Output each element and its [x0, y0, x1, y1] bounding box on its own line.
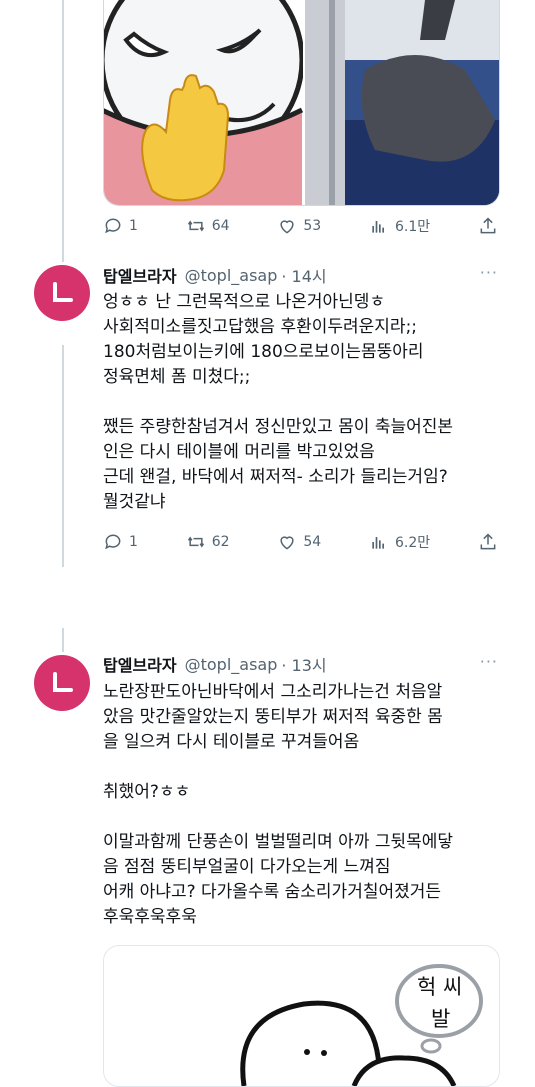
tweet-line: 정육면체 폼 미쳤다;; [103, 367, 251, 387]
display-name[interactable]: 탑엘브라자 [103, 652, 177, 676]
tweet-line: 노란장판도아닌바닥에서 그소리가나는건 처음알 [103, 682, 443, 702]
electrode-hand-image[interactable] [104, 0, 305, 205]
speech-bubble-line1: 헉 씨 [417, 975, 462, 999]
tweet3-header: 탑엘브라자 @topl_asap · 13시 ··· [103, 652, 498, 676]
tweet-line: 인은 다시 테이블에 머리를 박고있었음 [103, 442, 375, 462]
retweet-button[interactable]: 64 [186, 216, 230, 236]
tweet-line-blank [103, 755, 508, 780]
retweet-icon [187, 536, 204, 548]
tweet-line: 이말과함께 단풍손이 벌벌떨리며 아까 그뒷목에닿 [103, 832, 454, 852]
electrode-illustration [104, 0, 305, 205]
share-button[interactable] [478, 532, 498, 552]
views-button[interactable]: 6.1만 [369, 216, 430, 236]
handle[interactable]: @topl_asap [185, 266, 278, 285]
tweet2-header: 탑엘브라자 @topl_asap · 14시 ··· [103, 263, 498, 287]
tweet2-text: 엉ㅎㅎ 난 그런목적으로 나온거아닌뎅ㅎ 사회적미소를짓고답했음 후환이두려운지… [103, 290, 508, 515]
more-options-icon[interactable]: ··· [480, 263, 498, 282]
views-button[interactable]: 6.2만 [369, 532, 430, 552]
avatar[interactable] [34, 265, 90, 321]
tweet-line: 음 점점 뚱티부얼굴이 다가오는게 느껴짐 [103, 857, 391, 877]
timestamp[interactable]: · 13시 [281, 652, 326, 676]
avatar-letter-icon [53, 672, 73, 692]
tweet1-actions: 1 64 53 6.1만 [103, 212, 498, 240]
share-icon [480, 217, 496, 234]
tweet3-media[interactable]: 헉 씨 발 [103, 945, 500, 1087]
tweet-line: 뭘것같냐 [103, 492, 166, 512]
share-icon [480, 533, 496, 550]
handle[interactable]: @topl_asap [185, 655, 278, 674]
tweet-line-blank [103, 805, 508, 830]
tweet2-actions: 1 62 54 6.2만 [103, 528, 498, 556]
tweet-line: 취했어?ㅎㅎ [103, 782, 191, 802]
thread-line-mid [62, 345, 64, 567]
retweet-count: 64 [211, 218, 230, 234]
views-count: 6.1만 [395, 219, 431, 235]
tweet-line: 사회적미소를짓고답했음 후환이두려운지라;; [103, 317, 418, 337]
like-button[interactable]: 53 [277, 216, 321, 236]
tweet-line: 근데 왠걸, 바닥에서 쩌저적- 소리가 들리는거임? [103, 467, 448, 487]
views-count: 6.2만 [395, 535, 431, 551]
reply-icon [105, 218, 121, 234]
views-icon [372, 537, 385, 549]
reply-button[interactable]: 1 [103, 216, 138, 236]
retweet-button[interactable]: 62 [186, 532, 230, 552]
timestamp[interactable]: · 14시 [281, 263, 326, 287]
subway-scene [305, 0, 499, 205]
avatar[interactable] [34, 655, 90, 711]
tweet-line: 180처럼보이는키에 180으로보이는몸뚱아리 [103, 342, 424, 362]
tweet-line: 을 일으켜 다시 테이블로 꾸겨들어옴 [103, 732, 360, 752]
thread-line-top [62, 0, 64, 262]
share-button[interactable] [478, 216, 498, 236]
reply-icon [105, 534, 121, 550]
thread-line-bottom [62, 628, 64, 652]
avatar-letter-icon [53, 282, 73, 302]
subway-photo[interactable] [305, 0, 499, 205]
reply-count: 1 [129, 534, 138, 550]
heart-icon [280, 536, 294, 550]
display-name[interactable]: 탑엘브라자 [103, 263, 177, 287]
heart-icon [280, 220, 294, 234]
tweet-line: 엉ㅎㅎ 난 그런목적으로 나온거아닌뎅ㅎ [103, 292, 386, 312]
reply-button[interactable]: 1 [103, 532, 138, 552]
tweet-line: 았음 맛간줄알았는지 뚱티부가 쩌저적 육중한 몸 [103, 707, 443, 727]
speech-bubble-line2: 발 [431, 1007, 450, 1031]
retweet-count: 62 [211, 534, 230, 550]
tweet-line: 후욱후욱후욱 [103, 907, 197, 927]
reply-count: 1 [129, 218, 138, 234]
retweet-icon [187, 220, 204, 232]
tweet-line: 어캐 아냐고? 다가올수록 숨소리가거칠어졌거든 [103, 882, 442, 902]
tweet-line: 쨌든 주량한참넘겨서 정신만있고 몸이 축늘어진본 [103, 417, 454, 437]
views-icon [372, 221, 385, 233]
tweet3-text: 노란장판도아닌바닥에서 그소리가나는건 처음알 았음 맛간줄알았는지 뚱티부가 … [103, 680, 508, 930]
like-count: 54 [303, 534, 322, 550]
like-button[interactable]: 54 [277, 532, 321, 552]
more-options-icon[interactable]: ··· [480, 652, 498, 671]
tweet1-media[interactable] [103, 0, 500, 206]
like-count: 53 [303, 218, 322, 234]
sketch-illustration: 헉 씨 발 [240, 964, 483, 1086]
tweet-line-blank [103, 390, 508, 415]
